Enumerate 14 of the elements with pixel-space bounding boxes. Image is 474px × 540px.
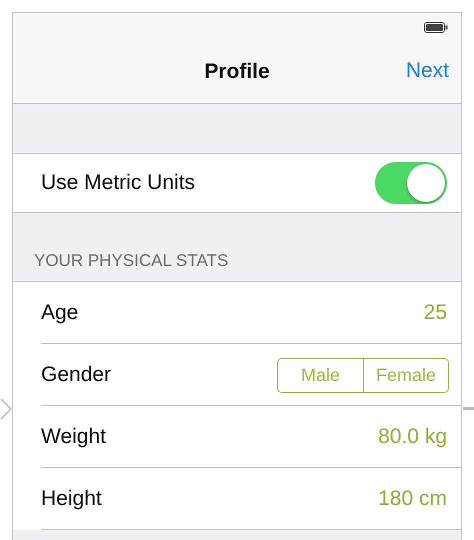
battery-icon [424, 22, 448, 32]
row-label: Age [41, 301, 78, 325]
row-value: 180 cm [378, 487, 447, 511]
row-value: 80.0 kg [378, 425, 447, 449]
next-button[interactable]: Next [404, 55, 451, 87]
setting-label: Use Metric Units [41, 171, 196, 195]
segment-button[interactable]: Female [363, 358, 448, 392]
row-label: Height [41, 487, 102, 511]
nav-title: Profile [204, 60, 270, 84]
row-label: Weight [41, 425, 106, 449]
section-header: YOUR PHYSICAL STATS [34, 251, 228, 271]
toggle-switch[interactable] [375, 162, 447, 204]
row-value: 25 [424, 301, 447, 325]
row-label: Gender [41, 363, 112, 387]
